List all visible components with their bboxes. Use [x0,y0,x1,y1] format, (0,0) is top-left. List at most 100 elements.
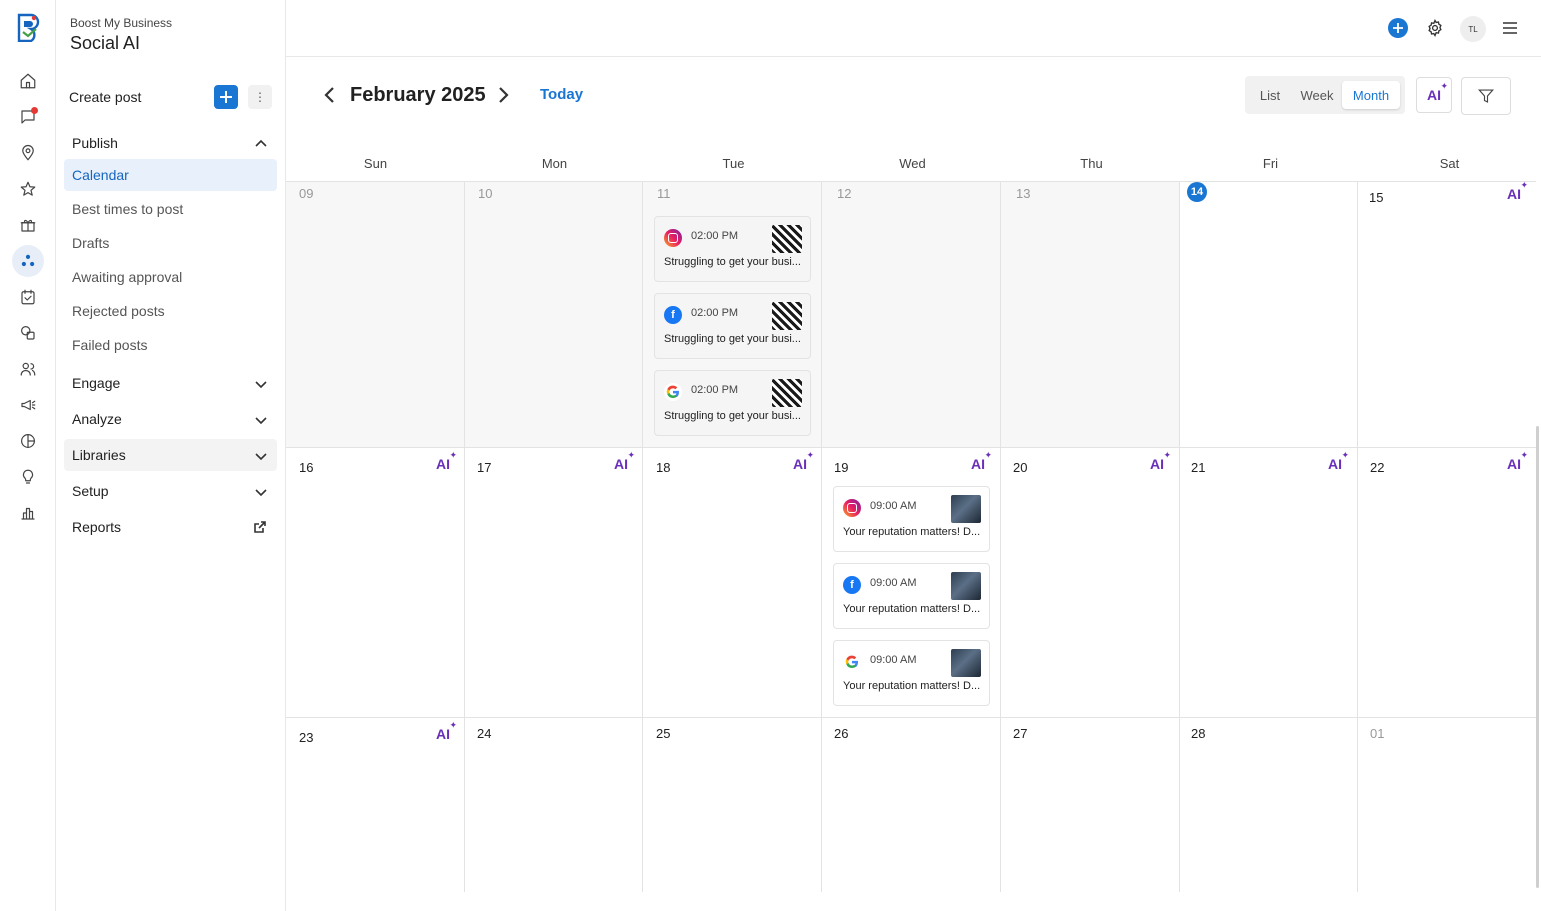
global-add-button[interactable] [1388,18,1408,38]
create-post-more-button[interactable]: ⋮ [248,85,272,109]
plus-icon [220,91,232,103]
grid-line [642,182,643,892]
ai-sparkle-icon[interactable]: AI ✦ [1150,450,1171,474]
chevron-left-icon[interactable] [322,86,336,104]
nav-item-reports[interactable]: Reports [64,511,277,543]
chevron-down-icon [255,449,267,461]
create-post-label: Create post [69,89,142,105]
instagram-icon [843,499,861,517]
dow-sat: Sat [1439,156,1460,171]
chat-bubbles-icon[interactable] [12,317,44,349]
grid-line [286,447,1536,448]
calendar-header: February 2025 Today List Week Month AI ✦ [286,57,1541,137]
ai-sparkle-icon[interactable]: AI ✦ [1507,180,1528,204]
create-post-button[interactable] [214,85,238,109]
scrollbar[interactable] [1536,426,1539,888]
ai-assist-button[interactable]: AI ✦ [1416,77,1452,113]
nav-item-awaiting-approval[interactable]: Awaiting approval [64,261,277,293]
grid-line [464,182,465,892]
messages-icon[interactable] [12,101,44,133]
hamburger-menu-icon[interactable] [1502,20,1518,36]
dow-mon: Mon [541,156,568,171]
nav-item-failed-posts[interactable]: Failed posts [64,329,277,361]
nav-section-engage[interactable]: Engage [64,367,277,399]
star-icon[interactable] [12,173,44,205]
home-icon[interactable] [12,65,44,97]
post-thumbnail [951,572,981,600]
day-number: 28 [1191,726,1206,741]
day-number: 25 [656,726,671,741]
scheduled-post-card[interactable]: f 02:00 PM Struggling to get your busi..… [654,293,811,359]
view-week-button[interactable]: Week [1293,81,1341,109]
day-number: 21 [1191,460,1206,475]
ai-sparkle-icon[interactable]: AI ✦ [1507,450,1528,474]
ai-sparkle-icon: AI ✦ [1427,81,1448,103]
chevron-down-icon [255,485,267,497]
today-button[interactable]: Today [540,86,583,103]
scheduled-post-card[interactable]: 09:00 AM Your reputation matters! D... [833,640,990,706]
gift-icon[interactable] [12,209,44,241]
ai-sparkle-icon[interactable]: AI ✦ [436,720,457,744]
ai-sparkle-icon[interactable]: AI ✦ [971,450,992,474]
bar-chart-icon[interactable] [12,497,44,529]
nav-section-setup[interactable]: Setup [64,475,277,507]
dow-tue: Tue [722,156,745,171]
brand-title: Social AI [70,33,141,53]
scheduled-post-card[interactable]: 02:00 PM Struggling to get your busi... [654,370,811,436]
avatar[interactable]: TL [1460,16,1486,42]
nav-item-calendar[interactable]: Calendar [64,159,277,191]
chevron-down-icon [255,413,267,425]
nav-section-label: Publish [72,135,118,151]
chevron-right-icon[interactable] [497,86,511,104]
day-number: 11 [657,186,671,201]
google-icon [843,653,861,671]
nav-item-drafts[interactable]: Drafts [64,227,277,259]
day-number: 26 [834,726,849,741]
post-text: Your reputation matters! D... [843,680,981,692]
nav-section-label: Engage [72,375,121,391]
post-time: 02:00 PM [691,230,739,242]
ai-sparkle-icon[interactable]: AI ✦ [793,450,814,474]
view-month-button[interactable]: Month [1342,81,1400,109]
filter-icon [1478,89,1494,103]
view-toggle: List Week Month [1245,76,1405,114]
grid-line [1179,182,1180,892]
ai-sparkle-icon[interactable]: AI ✦ [1328,450,1349,474]
day-number: 17 [477,460,492,475]
megaphone-icon[interactable] [12,389,44,421]
people-icon[interactable] [12,353,44,385]
scheduled-post-card[interactable]: f 09:00 AM Your reputation matters! D... [833,563,990,629]
ai-sparkle-icon[interactable]: AI ✦ [614,450,635,474]
month-title: February 2025 [350,84,486,106]
nav-item-best-times[interactable]: Best times to post [64,193,277,225]
post-text: Your reputation matters! D... [843,526,981,538]
nav-section-libraries[interactable]: Libraries [64,439,277,471]
brand-logo-icon[interactable] [14,12,42,42]
dow-wed: Wed [899,156,926,171]
day-number: 12 [837,186,852,201]
location-pin-icon[interactable] [12,137,44,169]
filter-button[interactable] [1461,77,1511,115]
dow-thu: Thu [1080,156,1103,171]
post-thumbnail [951,495,981,523]
day-number-today[interactable]: 14 [1187,182,1207,202]
day-number: 16 [299,460,314,475]
nav-section-publish[interactable]: Publish [64,127,277,159]
scheduled-post-card[interactable]: 09:00 AM Your reputation matters! D... [833,486,990,552]
tasks-icon[interactable] [12,281,44,313]
nav-section-label: Libraries [72,447,126,463]
pie-chart-icon[interactable] [12,425,44,457]
scheduled-post-card[interactable]: 02:00 PM Struggling to get your busi... [654,216,811,282]
nav-section-analyze[interactable]: Analyze [64,403,277,435]
grid-line [821,182,822,892]
post-time: 09:00 AM [870,577,917,589]
social-icon[interactable] [12,245,44,277]
day-number: 23 [299,730,314,745]
nav-item-rejected-posts[interactable]: Rejected posts [64,295,277,327]
ai-sparkle-icon[interactable]: AI ✦ [436,450,457,474]
day-number: 09 [299,186,314,201]
view-list-button[interactable]: List [1249,81,1291,109]
post-time: 02:00 PM [691,307,739,319]
lightbulb-icon[interactable] [12,461,44,493]
gear-icon[interactable] [1426,19,1444,37]
